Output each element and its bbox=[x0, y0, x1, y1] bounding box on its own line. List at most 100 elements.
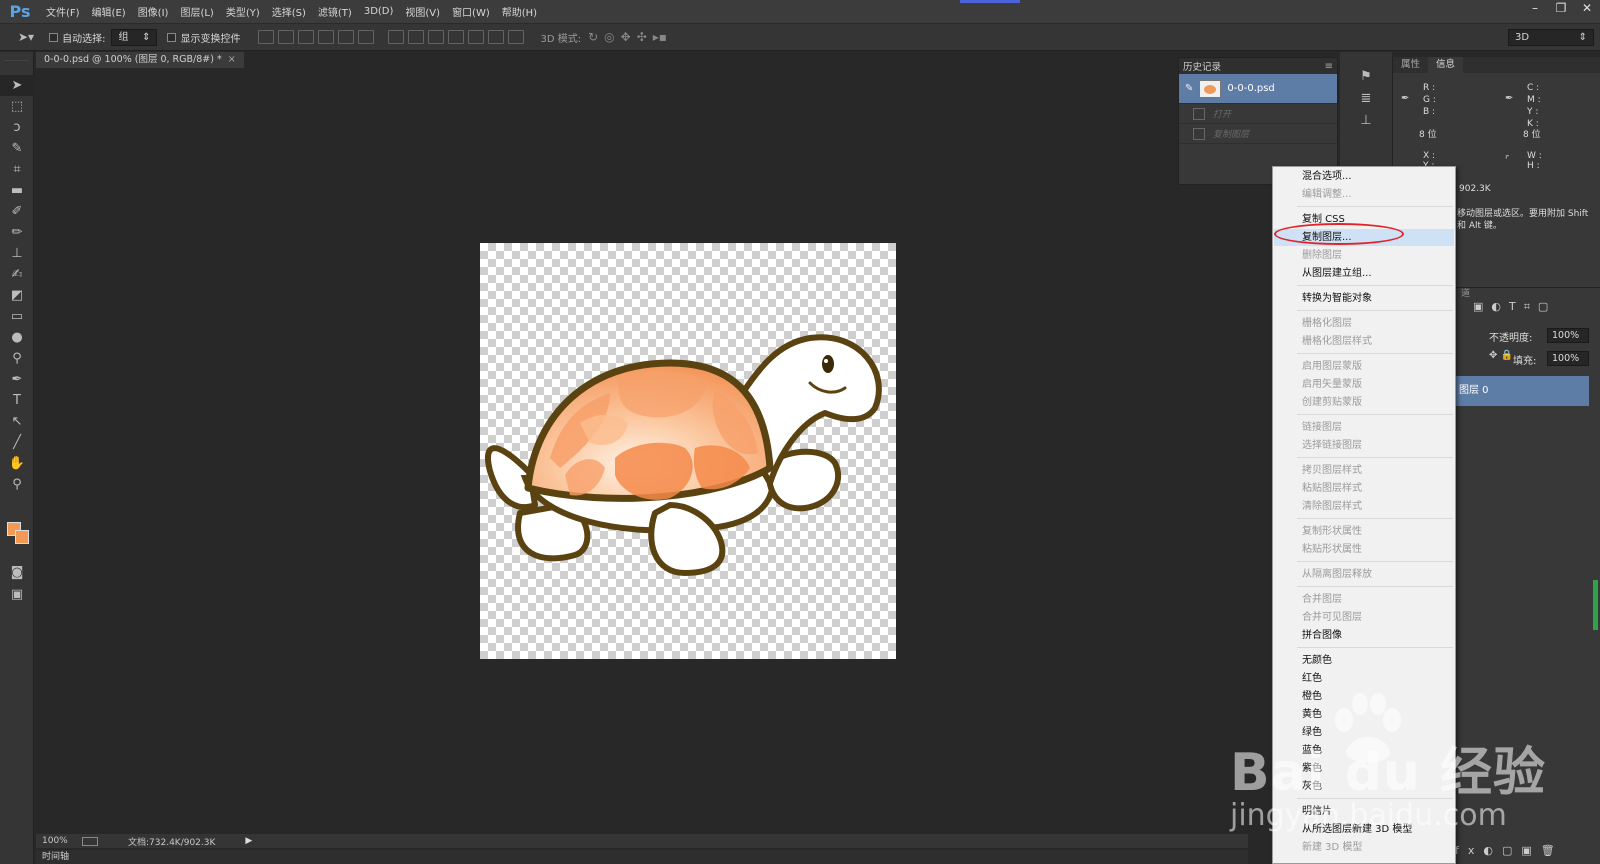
document-canvas[interactable] bbox=[480, 243, 896, 659]
menu-item[interactable]: 橙色 bbox=[1274, 688, 1454, 705]
menu-item[interactable]: 明信片 bbox=[1274, 803, 1454, 820]
3d-scale-icon[interactable]: ▸▪ bbox=[653, 30, 667, 44]
menu-view[interactable]: 视图(V) bbox=[399, 4, 446, 19]
auto-select-dropdown[interactable]: 组 ⇕ bbox=[111, 28, 158, 46]
blur-tool-icon[interactable]: ● bbox=[0, 327, 34, 348]
distribute-right-icon[interactable] bbox=[488, 30, 505, 44]
status-menu-arrow-icon[interactable]: ▶ bbox=[245, 836, 252, 846]
menu-item[interactable]: 删除图层 bbox=[1274, 247, 1454, 264]
line-tool-icon[interactable]: ╱ bbox=[0, 432, 34, 453]
menu-item[interactable]: 红色 bbox=[1274, 670, 1454, 687]
hand-tool-icon[interactable]: ✋ bbox=[0, 453, 34, 474]
menu-3d[interactable]: 3D(D) bbox=[358, 6, 400, 17]
menu-type[interactable]: 类型(Y) bbox=[220, 4, 266, 19]
brush-presets-icon[interactable]: ≣ bbox=[1340, 88, 1392, 110]
menu-item[interactable]: 栅格化图层样式 bbox=[1274, 333, 1454, 350]
menu-item[interactable]: 从隔离图层释放 bbox=[1274, 566, 1454, 583]
marquee-tool-icon[interactable]: ⬚ bbox=[0, 96, 34, 117]
3d-slide-icon[interactable]: ✣ bbox=[637, 30, 647, 44]
auto-align-icon[interactable] bbox=[508, 30, 525, 44]
menu-item[interactable]: 复制形状属性 bbox=[1274, 523, 1454, 540]
menu-item[interactable]: 新建 3D 模型 bbox=[1274, 839, 1454, 856]
panel-menu-icon[interactable]: ≡ bbox=[1325, 61, 1333, 72]
quick-mask-icon[interactable]: ◙ bbox=[0, 562, 34, 583]
menu-image[interactable]: 图像(I) bbox=[132, 4, 175, 19]
history-snapshot[interactable]: ✎ 0-0-0.psd bbox=[1179, 74, 1337, 104]
menu-window[interactable]: 窗口(W) bbox=[446, 4, 496, 19]
distribute-bottom-icon[interactable] bbox=[428, 30, 445, 44]
distribute-hcenter-icon[interactable] bbox=[468, 30, 485, 44]
menu-layer[interactable]: 图层(L) bbox=[174, 4, 219, 19]
screen-mode-icon[interactable]: ▣ bbox=[0, 584, 34, 605]
history-brush-source-icon[interactable]: ✎ bbox=[1185, 83, 1193, 94]
menu-item[interactable]: 合并可见图层 bbox=[1274, 609, 1454, 626]
3d-roll-icon[interactable]: ◎ bbox=[604, 30, 614, 44]
background-color-swatch[interactable] bbox=[15, 530, 29, 544]
auto-select-checkbox[interactable] bbox=[49, 32, 59, 42]
3d-pan-icon[interactable]: ✥ bbox=[621, 30, 631, 44]
document-tab-close-icon[interactable]: × bbox=[228, 54, 236, 65]
distribute-left-icon[interactable] bbox=[448, 30, 465, 44]
align-right-icon[interactable] bbox=[358, 30, 375, 44]
tab-properties[interactable]: 属性 bbox=[1393, 57, 1428, 73]
menu-item[interactable]: 粘贴形状属性 bbox=[1274, 541, 1454, 558]
menu-item[interactable]: 绿色 bbox=[1274, 724, 1454, 741]
menu-item[interactable]: 混合选项... bbox=[1274, 168, 1454, 185]
menu-item[interactable]: 创建剪贴蒙版 bbox=[1274, 394, 1454, 411]
menu-filter[interactable]: 滤镜(T) bbox=[312, 4, 358, 19]
menu-item[interactable]: 灰色 bbox=[1274, 778, 1454, 795]
menu-item[interactable]: 转换为智能对象 bbox=[1274, 290, 1454, 307]
menu-item[interactable]: 链接图层 bbox=[1274, 419, 1454, 436]
status-preview-icon[interactable] bbox=[82, 836, 98, 846]
move-tool-preset-icon[interactable]: ➤▾ bbox=[18, 30, 34, 44]
menu-item[interactable]: 启用图层蒙版 bbox=[1274, 358, 1454, 375]
pen-tool-icon[interactable]: ✒ bbox=[0, 369, 34, 390]
zoom-tool-icon[interactable]: ⚲ bbox=[0, 474, 34, 495]
menu-item[interactable]: 清除图层样式 bbox=[1274, 498, 1454, 515]
history-brush-tool-icon[interactable]: ✍ bbox=[0, 264, 34, 285]
menu-item[interactable]: 蓝色 bbox=[1274, 742, 1454, 759]
menu-edit[interactable]: 编辑(E) bbox=[86, 4, 132, 19]
close-button[interactable]: ✕ bbox=[1574, 0, 1600, 18]
lasso-tool-icon[interactable]: ↄ bbox=[0, 117, 34, 138]
align-hcenter-icon[interactable] bbox=[338, 30, 355, 44]
workspace-dropdown[interactable]: 3D ⇕ bbox=[1508, 28, 1594, 46]
history-panel-icon[interactable]: ⚑ bbox=[1340, 66, 1392, 88]
brush-tool-icon[interactable]: ✏ bbox=[0, 222, 34, 243]
gradient-tool-icon[interactable]: ▭ bbox=[0, 306, 34, 327]
menu-item[interactable]: 无颜色 bbox=[1274, 652, 1454, 669]
show-transform-checkbox[interactable] bbox=[167, 32, 177, 42]
align-left-icon[interactable] bbox=[318, 30, 335, 44]
move-tool-icon[interactable]: ➤ bbox=[0, 75, 34, 96]
distribute-vcenter-icon[interactable] bbox=[408, 30, 425, 44]
clone-stamp-tool-icon[interactable]: ⊥ bbox=[0, 243, 34, 264]
menu-item[interactable]: 栅格化图层 bbox=[1274, 315, 1454, 332]
history-title[interactable]: 历史记录 bbox=[1183, 59, 1221, 73]
eraser-tool-icon[interactable]: ◩ bbox=[0, 285, 34, 306]
path-select-tool-icon[interactable]: ↖ bbox=[0, 411, 34, 432]
align-bottom-icon[interactable] bbox=[298, 30, 315, 44]
quick-select-tool-icon[interactable]: ✎ bbox=[0, 138, 34, 159]
menu-item[interactable]: 从所选图层新建 3D 模型 bbox=[1274, 821, 1454, 838]
dodge-tool-icon[interactable]: ⚲ bbox=[0, 348, 34, 369]
menu-item[interactable]: 拼合图像 bbox=[1274, 627, 1454, 644]
menu-item[interactable]: 编辑调整... bbox=[1274, 186, 1454, 203]
fill-field[interactable]: 100% bbox=[1547, 351, 1589, 366]
menu-item[interactable]: 从图层建立组... bbox=[1274, 265, 1454, 282]
minimize-button[interactable]: – bbox=[1522, 0, 1548, 18]
menu-item[interactable]: 合并图层 bbox=[1274, 591, 1454, 608]
align-top-icon[interactable] bbox=[258, 30, 275, 44]
tab-info[interactable]: 信息 bbox=[1428, 57, 1464, 73]
crop-tool-icon[interactable]: ⌗ bbox=[0, 159, 34, 180]
menu-select[interactable]: 选择(S) bbox=[266, 4, 312, 19]
3d-rotate-icon[interactable]: ↻ bbox=[588, 30, 598, 44]
history-step[interactable]: 打开 bbox=[1179, 104, 1337, 124]
menu-item[interactable]: 黄色 bbox=[1274, 706, 1454, 723]
document-tab[interactable]: 0-0-0.psd @ 100% (图层 0, RGB/8#) * × bbox=[36, 52, 244, 68]
channels-tab-fragment[interactable]: 道 bbox=[1461, 286, 1470, 299]
clone-source-icon[interactable]: ⊥ bbox=[1340, 110, 1392, 132]
opacity-field[interactable]: 100% bbox=[1547, 328, 1589, 343]
ruler-tool-icon[interactable]: ▬ bbox=[0, 180, 34, 201]
type-tool-icon[interactable]: T bbox=[0, 390, 34, 411]
menu-item[interactable]: 启用矢量蒙版 bbox=[1274, 376, 1454, 393]
